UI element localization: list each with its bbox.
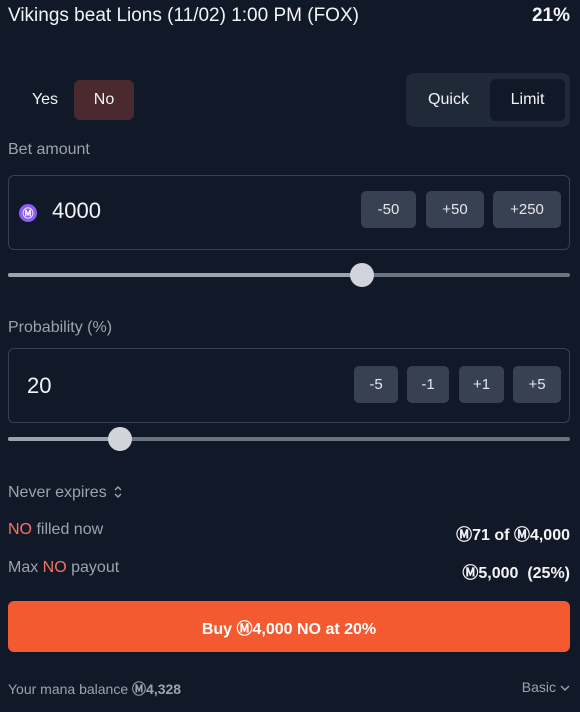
mana-balance: Your mana balance Ⓜ4,328: [8, 679, 181, 699]
chevron-up-down-icon: [113, 485, 123, 502]
probability-slider-fill: [8, 437, 120, 441]
bet-slider-fill: [8, 273, 362, 277]
payout-outcome: NO: [42, 559, 67, 576]
bet-amount-input[interactable]: 4000: [52, 198, 101, 224]
probability-label: Probability (%): [8, 319, 113, 336]
payout-percent: (25%): [527, 565, 570, 582]
bet-amount-label: Bet amount: [8, 141, 90, 158]
prob-minus-1-button[interactable]: -1: [407, 366, 449, 403]
bet-minus-50-button[interactable]: -50: [361, 191, 416, 228]
expiration-label: Never expires: [8, 484, 107, 501]
no-button[interactable]: No: [74, 80, 134, 120]
filled-outcome: NO: [8, 521, 32, 538]
prob-plus-5-button[interactable]: +5: [513, 366, 561, 403]
limit-mode-button[interactable]: Limit: [490, 79, 565, 121]
outcome-toggle: Yes No: [16, 80, 134, 120]
order-mode-toggle: Quick Limit: [406, 73, 570, 127]
probability-field[interactable]: 20 -5 -1 +1 +5: [8, 348, 570, 423]
yes-button[interactable]: Yes: [16, 80, 74, 120]
market-probability: 21%: [531, 5, 570, 26]
balance-value: Ⓜ4,328: [132, 681, 182, 697]
bet-amount-slider[interactable]: [8, 263, 570, 287]
view-mode-dropdown[interactable]: Basic: [522, 679, 570, 695]
quick-mode-button[interactable]: Quick: [411, 79, 486, 121]
view-mode-label: Basic: [521, 679, 556, 695]
bet-amount-field[interactable]: Ⓜ 4000 -50 +50 +250: [8, 175, 570, 250]
chevron-down-icon: [560, 679, 570, 695]
payout-label: payout: [66, 559, 120, 576]
bet-plus-250-button[interactable]: +250: [493, 191, 561, 228]
prob-plus-1-button[interactable]: +1: [459, 366, 504, 403]
balance-label: Your mana balance: [8, 681, 133, 697]
market-title: Vikings beat Lions (11/02) 1:00 PM (FOX): [8, 5, 359, 26]
buy-button[interactable]: Buy Ⓜ4,000 NO at 20%: [8, 601, 570, 652]
prob-minus-5-button[interactable]: -5: [354, 366, 398, 403]
filled-label: filled now: [32, 521, 104, 538]
bet-plus-50-button[interactable]: +50: [426, 191, 484, 228]
max-payout-row: Max NO payout Ⓜ5,000 (25%): [8, 559, 570, 583]
probability-slider-thumb[interactable]: [108, 427, 132, 451]
filled-now-row: NO filled now Ⓜ71 of Ⓜ4,000: [8, 521, 570, 545]
mana-icon: Ⓜ: [19, 204, 37, 222]
probability-slider[interactable]: [8, 427, 570, 451]
payout-value: Ⓜ5,000: [462, 565, 519, 582]
expiration-selector[interactable]: Never expires: [8, 484, 123, 502]
filled-value: Ⓜ71 of Ⓜ4,000: [456, 527, 570, 544]
bet-slider-thumb[interactable]: [350, 263, 374, 287]
probability-input[interactable]: 20: [27, 373, 51, 399]
payout-prefix: Max: [8, 559, 43, 576]
